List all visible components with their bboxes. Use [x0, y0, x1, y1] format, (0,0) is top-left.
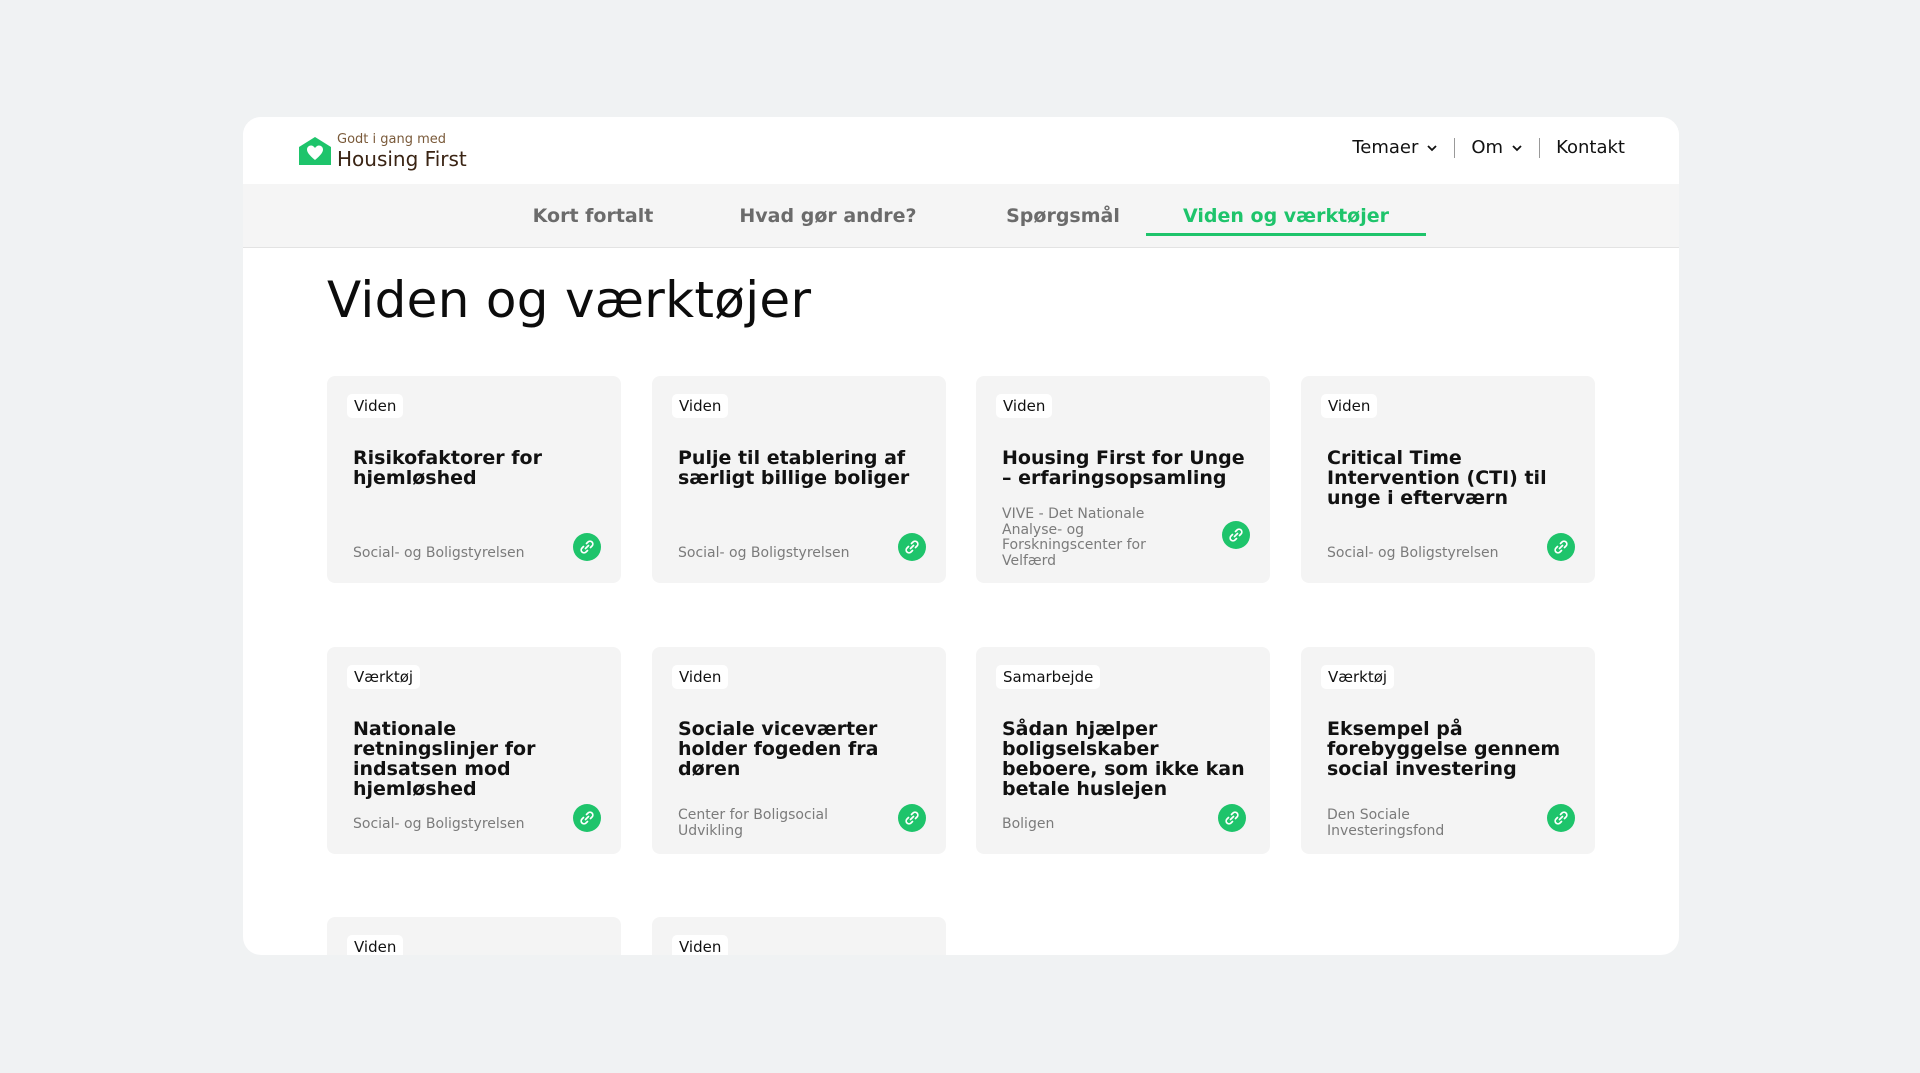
- nav-kontakt-label: Kontakt: [1556, 137, 1625, 158]
- active-tab-indicator: [1146, 233, 1426, 236]
- card-title: Sådan hjælper boligselskaber beboere, so…: [1002, 718, 1245, 800]
- resource-card[interactable]: Værktøj Nationale retningslinjer for ind…: [327, 647, 621, 854]
- card-title: Risikofaktorer for hjemløshed: [353, 447, 542, 489]
- category-badge: Viden: [672, 394, 729, 418]
- resource-card[interactable]: Viden Housing First for Unge – erfarings…: [976, 376, 1270, 583]
- category-badge: Viden: [996, 394, 1053, 418]
- tab-hvad-goer-andre[interactable]: Hvad gør andre?: [723, 184, 933, 248]
- category-badge: Viden: [672, 665, 729, 689]
- category-badge: Viden: [1321, 394, 1378, 418]
- nav-om-label: Om: [1471, 137, 1504, 158]
- card-title: Critical Time Intervention (CTI) til ung…: [1327, 447, 1547, 509]
- card-title: Housing First for Unge – erfaringsopsaml…: [1002, 447, 1245, 489]
- card-source: VIVE - Det Nationale Analyse- og Forskni…: [1002, 506, 1146, 569]
- card-title: Nationale retningslinjer for indsatsen m…: [353, 718, 536, 800]
- card-source: Social- og Boligstyrelsen: [678, 544, 850, 561]
- nav-temaer-label: Temaer: [1352, 137, 1419, 158]
- tab-spoergsmaal[interactable]: Spørgsmål: [983, 184, 1143, 248]
- category-badge: Værktøj: [347, 665, 421, 689]
- logo-tagline: Godt i gang med: [337, 132, 447, 147]
- top-navigation: Temaer Om Kontakt: [1352, 137, 1625, 158]
- resource-card[interactable]: Samarbejde Sådan hjælper boligselskaber …: [976, 647, 1270, 854]
- resource-card[interactable]: Viden Critical Time Intervention (CTI) t…: [1301, 376, 1595, 583]
- link-icon[interactable]: [1547, 804, 1575, 832]
- resource-card[interactable]: Viden Risikofaktorer for hjemløshed Soci…: [327, 376, 621, 583]
- chevron-down-icon: [1512, 144, 1522, 151]
- nav-kontakt[interactable]: Kontakt: [1556, 137, 1625, 158]
- category-badge: Viden: [347, 935, 404, 955]
- link-icon[interactable]: [1222, 521, 1250, 549]
- card-source: Social- og Boligstyrelsen: [353, 815, 525, 832]
- resource-card[interactable]: Viden: [652, 917, 946, 955]
- link-icon[interactable]: [573, 533, 601, 561]
- link-icon[interactable]: [1218, 804, 1246, 832]
- chevron-down-icon: [1427, 144, 1438, 151]
- logo-title: Housing First: [337, 147, 467, 171]
- category-badge: Viden: [672, 935, 729, 955]
- resource-card[interactable]: Viden Pulje til etablering af særligt bi…: [652, 376, 946, 583]
- resource-card[interactable]: Viden: [327, 917, 621, 955]
- nav-om[interactable]: Om: [1471, 137, 1523, 158]
- card-source: Center for Boligsocial Udvikling: [678, 807, 829, 839]
- page-title: Viden og værktøjer: [327, 271, 812, 329]
- browser-window: Godt i gang med Housing First Temaer Om …: [243, 117, 1679, 955]
- link-icon[interactable]: [898, 533, 926, 561]
- resource-card[interactable]: Værktøj Eksempel på forebyggelse gennem …: [1301, 647, 1595, 854]
- nav-temaer[interactable]: Temaer: [1352, 137, 1438, 158]
- card-title: Sociale viceværter holder fogeden fra dø…: [678, 718, 879, 780]
- house-heart-icon: [299, 137, 331, 165]
- link-icon[interactable]: [898, 804, 926, 832]
- card-source: Social- og Boligstyrelsen: [1327, 544, 1499, 561]
- card-source: Social- og Boligstyrelsen: [353, 544, 525, 561]
- nav-divider: [1454, 137, 1456, 158]
- category-badge: Viden: [347, 394, 404, 418]
- card-title: Eksempel på forebyggelse gennem social i…: [1327, 718, 1561, 780]
- tab-kort-fortalt[interactable]: Kort fortalt: [513, 184, 673, 248]
- site-logo[interactable]: Godt i gang med Housing First: [297, 129, 467, 173]
- category-badge: Samarbejde: [996, 665, 1101, 689]
- link-icon[interactable]: [1547, 533, 1575, 561]
- tab-viden-og-vaerktoejer[interactable]: Viden og værktøjer: [1146, 184, 1426, 248]
- link-icon[interactable]: [573, 804, 601, 832]
- card-source: Den Sociale Investeringsfond: [1327, 807, 1445, 839]
- section-tabs: Kort fortalt Hvad gør andre? Spørgsmål V…: [243, 184, 1679, 248]
- resource-card[interactable]: Viden Sociale viceværter holder fogeden …: [652, 647, 946, 854]
- card-title: Pulje til etablering af særligt billige …: [678, 447, 910, 489]
- card-source: Boligen: [1002, 815, 1055, 832]
- nav-divider: [1539, 137, 1541, 158]
- site-header: Godt i gang med Housing First Temaer Om …: [243, 117, 1679, 184]
- category-badge: Værktøj: [1321, 665, 1395, 689]
